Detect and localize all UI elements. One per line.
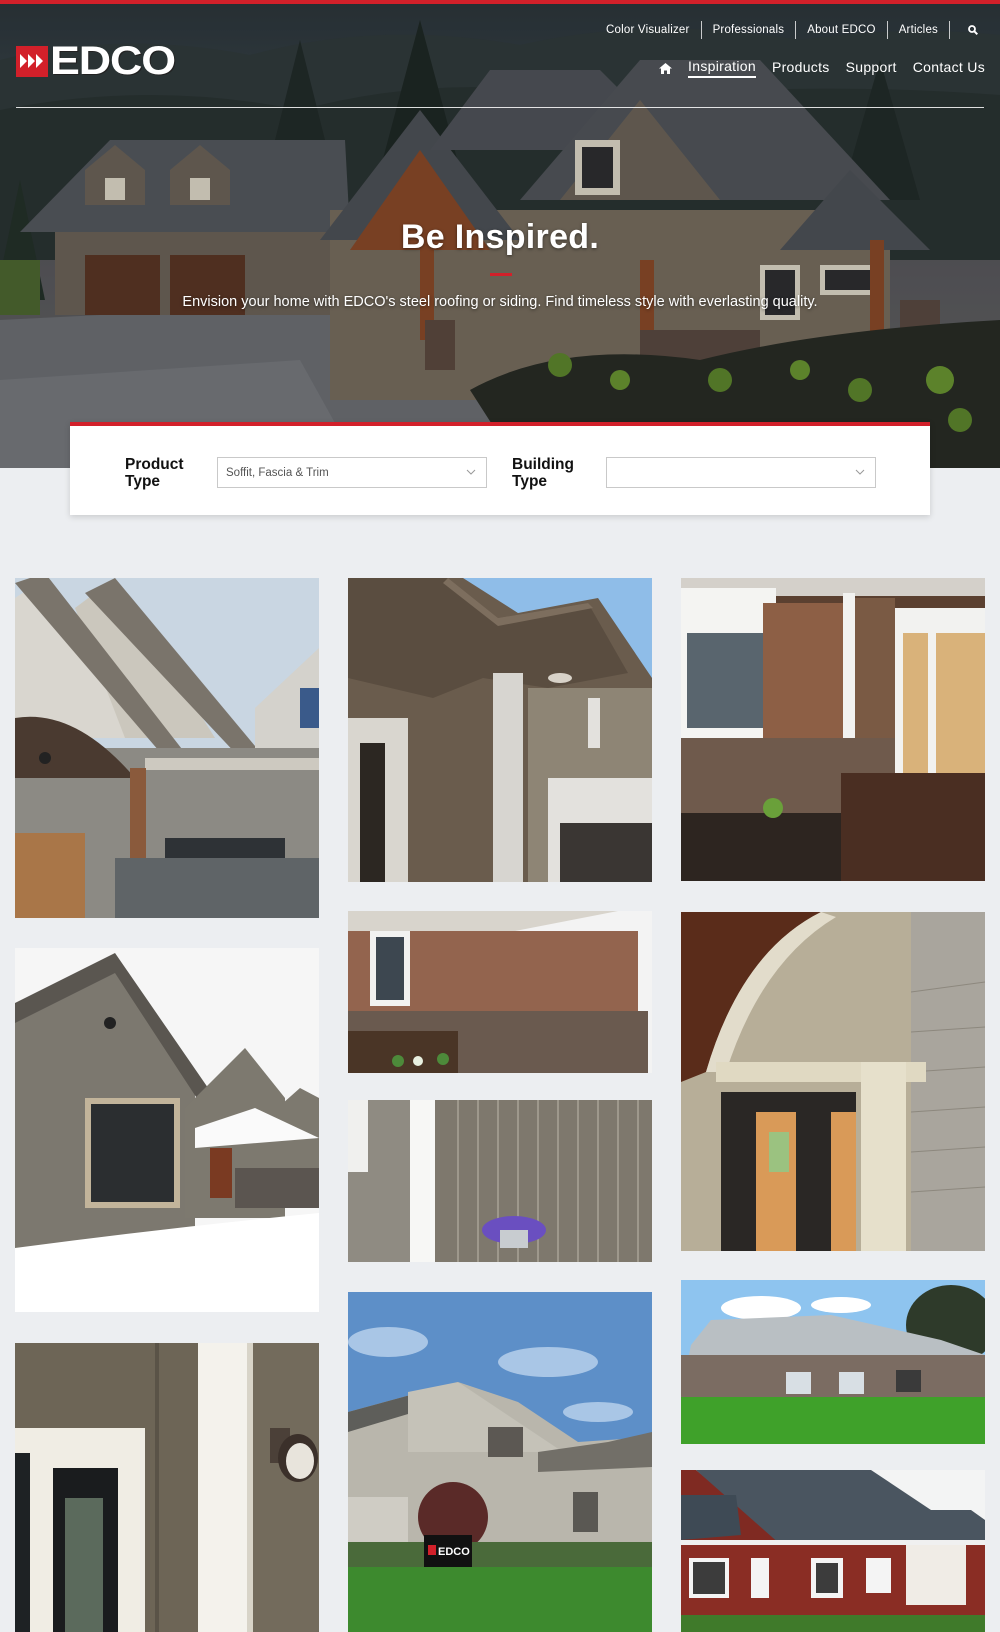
gallery-item[interactable] [348, 911, 652, 1073]
gallery-image-large-home-lawn [681, 1280, 985, 1444]
gallery-item[interactable] [15, 948, 319, 1312]
search-icon [968, 25, 978, 35]
building-type-label-line2: Type [512, 473, 548, 490]
nav-contact-us[interactable]: Contact Us [913, 59, 985, 77]
gallery-item[interactable] [681, 1470, 985, 1632]
main-nav: Inspiration Products Support Contact Us [659, 58, 985, 78]
gallery-image-edco-sign-home: EDCO [348, 1292, 652, 1632]
title-accent-line [490, 273, 512, 276]
logo-chevrons-icon [16, 45, 48, 77]
util-nav-color-visualizer[interactable]: Color Visualizer [595, 21, 701, 39]
gallery-image-red-barn [681, 1470, 985, 1632]
logo-wordmark: EDCO [50, 39, 176, 83]
gallery-item[interactable]: EDCO [348, 1292, 652, 1632]
gallery-item[interactable] [348, 1100, 652, 1262]
product-type-select[interactable]: Soffit, Fascia & Trim [217, 457, 487, 488]
edco-sign-text: EDCO [438, 1546, 470, 1558]
gallery-item[interactable] [15, 578, 319, 918]
util-nav-articles[interactable]: Articles [886, 21, 949, 39]
building-type-label-line1: Building [512, 456, 574, 473]
util-nav-about-edco[interactable]: About EDCO [795, 21, 886, 39]
util-nav-professionals[interactable]: Professionals [700, 21, 796, 39]
nav-inspiration[interactable]: Inspiration [688, 58, 756, 78]
product-type-value: Soffit, Fascia & Trim [226, 466, 329, 479]
hero-banner: EDCO Color Visualizer Professionals Abou… [0, 0, 1000, 468]
header-divider [16, 107, 984, 108]
edco-logo[interactable]: EDCO [16, 41, 176, 81]
gallery-image-soffit-fascia [348, 578, 652, 882]
filter-panel: Product Type Soffit, Fascia & Trim Build… [70, 422, 930, 515]
brand-accent-bar [0, 0, 1000, 4]
gallery-item[interactable] [348, 578, 652, 882]
building-type-label: Building Type [512, 456, 574, 490]
hero-subtitle: Envision your home with EDCO's steel roo… [182, 294, 818, 310]
gallery-item[interactable] [681, 578, 985, 881]
gallery-image-curved-soffit [681, 912, 985, 1251]
chevron-down-icon [466, 469, 476, 475]
gallery-image-craftsman-gables [15, 578, 319, 918]
home-link[interactable] [659, 62, 673, 74]
product-type-label-line2: Type [125, 473, 161, 490]
gallery-image-front-entry [15, 1343, 319, 1632]
home-icon [659, 62, 673, 74]
gallery-image-brown-siding-door [681, 578, 985, 881]
gallery-item[interactable] [681, 912, 985, 1251]
gallery-item[interactable] [681, 1280, 985, 1444]
utility-nav: Color Visualizer Professionals About EDC… [595, 20, 978, 40]
gallery-item[interactable] [15, 1343, 319, 1632]
nav-products[interactable]: Products [772, 59, 830, 77]
gallery-image-snow-home [15, 948, 319, 1312]
gallery-image-brown-siding-stone [348, 911, 652, 1073]
product-type-label: Product Type [125, 456, 184, 490]
building-type-select[interactable] [606, 457, 876, 488]
product-type-label-line1: Product [125, 456, 184, 473]
hero-title: Be Inspired. [400, 218, 600, 256]
gallery-image-vertical-siding-flowers [348, 1100, 652, 1262]
search-button[interactable] [949, 21, 978, 39]
nav-support[interactable]: Support [846, 59, 897, 77]
chevron-down-icon [855, 469, 865, 475]
